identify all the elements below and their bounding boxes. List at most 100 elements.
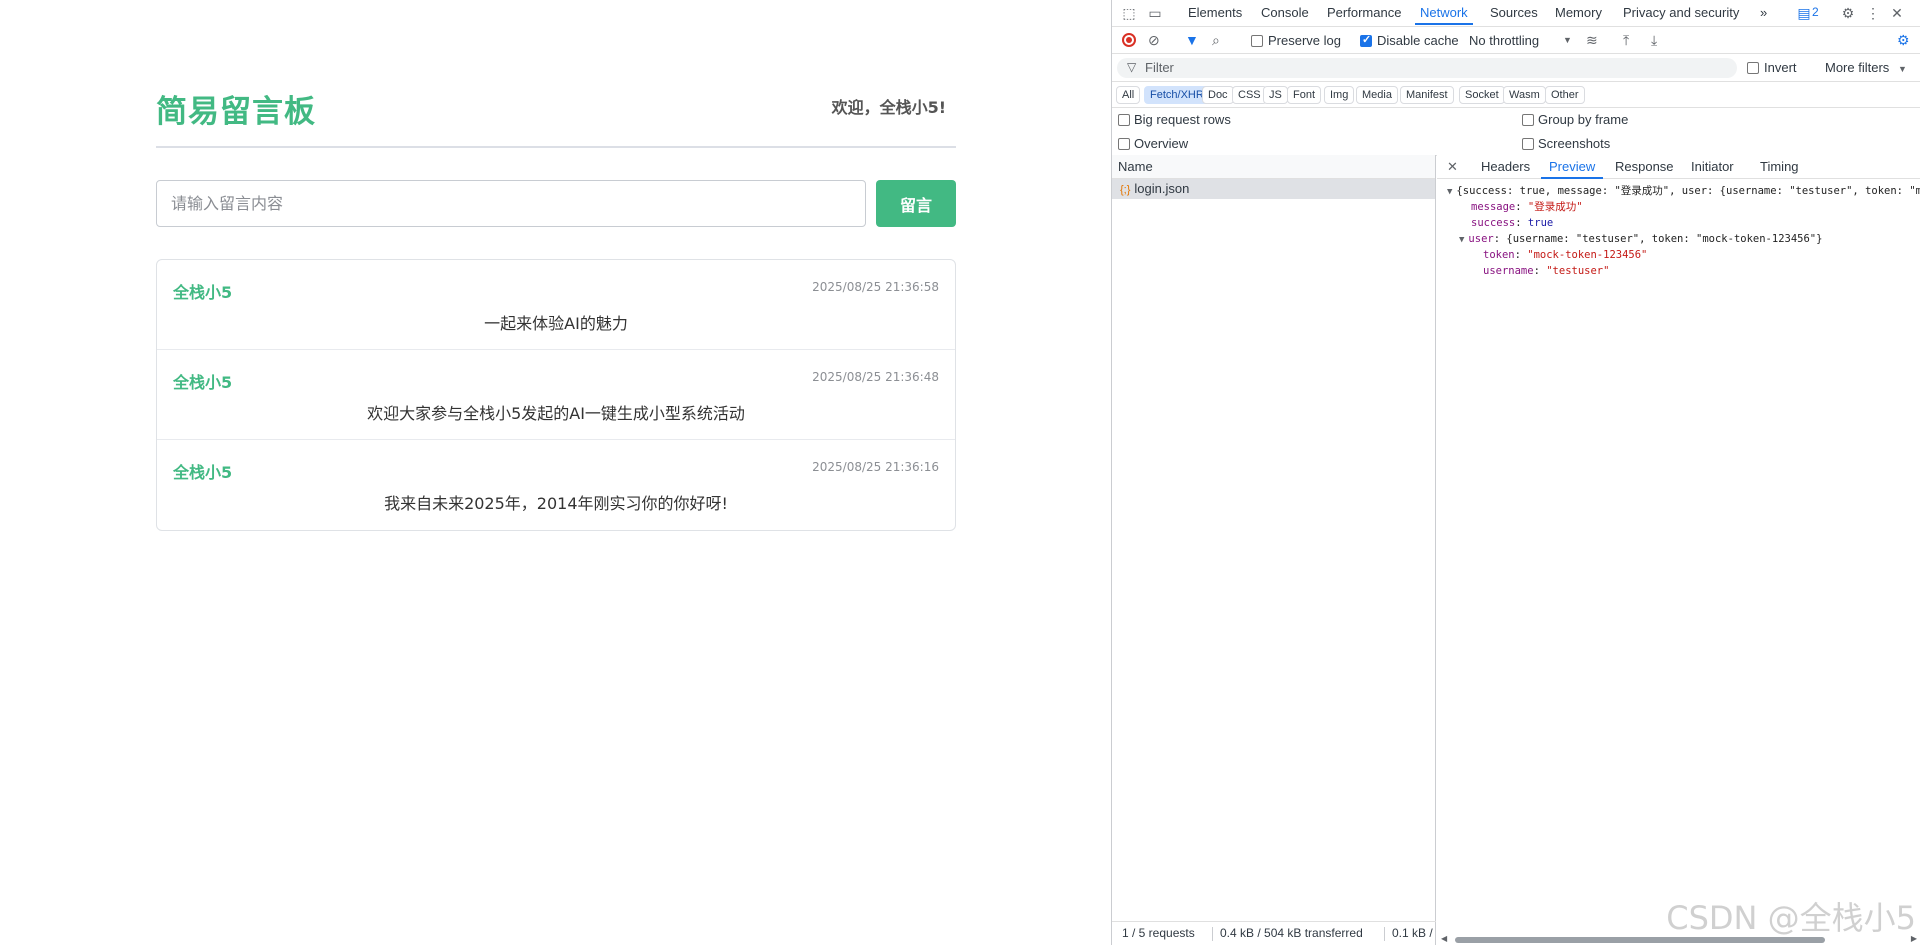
expand-triangle-icon[interactable]: ▼ <box>1447 187 1452 197</box>
json-root-line[interactable]: ▼ {success: true, message: "登录成功", user: … <box>1447 183 1920 200</box>
issues-icon[interactable]: ▤ <box>1795 4 1813 22</box>
filter-input[interactable]: ▽ Filter <box>1117 58 1737 78</box>
json-message-line: message: "登录成功" <box>1471 201 1583 213</box>
type-filter-doc[interactable]: Doc <box>1202 86 1234 104</box>
name-column-header[interactable]: Name <box>1112 155 1435 179</box>
overview-label: Overview <box>1134 136 1189 151</box>
detail-tab-response[interactable]: Response <box>1615 159 1674 174</box>
kebab-menu-icon[interactable]: ⋮ <box>1864 4 1882 22</box>
tab-sources[interactable]: Sources <box>1490 5 1538 20</box>
post-message-button[interactable]: 留言 <box>876 180 956 227</box>
more-tabs-chevron-icon[interactable]: » <box>1760 5 1767 20</box>
json-string-value: "登录成功" <box>1527 201 1583 213</box>
message-content: 欢迎大家参与全栈小5发起的AI一键生成小型系统活动 <box>367 404 745 423</box>
tab-elements[interactable]: Elements <box>1188 5 1242 20</box>
big-request-rows-label: Big request rows <box>1134 112 1231 127</box>
tab-network[interactable]: Network <box>1415 5 1473 25</box>
close-detail-icon[interactable]: ✕ <box>1447 159 1458 175</box>
message-author: 全栈小5 <box>173 373 233 392</box>
json-key: success <box>1471 217 1516 229</box>
tab-privacy-security[interactable]: Privacy and security <box>1623 5 1739 20</box>
type-filter-fetch-xhr[interactable]: Fetch/XHR <box>1144 86 1210 104</box>
network-panes: Name {;} login.json 1 / 5 requests 0.4 kB… <box>1112 155 1920 945</box>
scrollbar-thumb[interactable] <box>1455 937 1825 943</box>
inspect-element-icon[interactable]: ⬚ <box>1120 4 1138 22</box>
status-divider <box>1212 927 1213 941</box>
type-filter-manifest[interactable]: Manifest <box>1400 86 1454 104</box>
detail-tab-headers[interactable]: Headers <box>1481 159 1530 174</box>
request-row[interactable]: {;} login.json <box>1112 179 1435 199</box>
tab-performance[interactable]: Performance <box>1327 5 1401 20</box>
type-filter-css[interactable]: CSS <box>1232 86 1267 104</box>
message-author: 全栈小5 <box>173 463 233 482</box>
screenshots-label: Screenshots <box>1538 136 1611 151</box>
detail-tab-initiator[interactable]: Initiator <box>1691 159 1734 174</box>
funnel-icon: ▽ <box>1127 60 1137 74</box>
json-string-value: "testuser" <box>1546 265 1610 277</box>
type-filter-font[interactable]: Font <box>1287 86 1322 104</box>
resources-size: 0.1 kB / <box>1392 926 1433 940</box>
network-status-bar: 1 / 5 requests 0.4 kB / 504 kB transferr… <box>1112 921 1436 945</box>
group-by-frame-checkbox[interactable] <box>1522 114 1534 126</box>
json-string-value: "mock-token-123456" <box>1527 249 1648 261</box>
export-har-icon[interactable]: ⤓ <box>1651 33 1657 47</box>
screenshots-checkbox[interactable] <box>1522 138 1534 150</box>
message-time: 2025/08/25 21:36:58 <box>812 280 939 294</box>
invert-label: Invert <box>1764 60 1797 75</box>
network-conditions-icon[interactable]: ≋ <box>1586 33 1598 47</box>
close-icon[interactable]: ✕ <box>1888 4 1906 22</box>
json-key: username <box>1483 265 1534 277</box>
message-input[interactable] <box>156 180 866 227</box>
type-filter-js[interactable]: JS <box>1263 86 1288 104</box>
invert-checkbox[interactable] <box>1747 62 1759 74</box>
type-filter-img[interactable]: Img <box>1324 86 1355 104</box>
search-icon[interactable]: ⌕ <box>1212 33 1220 47</box>
filter-funnel-icon[interactable]: ▼ <box>1185 33 1199 47</box>
network-options: Big request rows Group by frame Overview… <box>1112 108 1920 156</box>
network-settings-gear-icon[interactable]: ⚙ <box>1897 33 1910 47</box>
network-toolbar: ⊘ ▼ ⌕ Preserve log Disable cache No thro… <box>1112 27 1920 54</box>
type-filter-other[interactable]: Other <box>1545 86 1585 104</box>
overview-checkbox[interactable] <box>1118 138 1130 150</box>
issues-count-badge[interactable]: 2 <box>1812 5 1819 19</box>
scroll-left-arrow-icon[interactable]: ◀ <box>1441 934 1447 943</box>
message-time: 2025/08/25 21:36:16 <box>812 460 939 474</box>
filter-placeholder: Filter <box>1145 60 1174 75</box>
disable-cache-checkbox[interactable] <box>1360 33 1372 47</box>
expand-triangle-icon[interactable]: ▼ <box>1459 235 1464 245</box>
detail-tab-timing[interactable]: Timing <box>1760 159 1799 174</box>
device-toolbar-icon[interactable]: ▭ <box>1146 4 1164 22</box>
type-filter-media[interactable]: Media <box>1356 86 1398 104</box>
clear-icon[interactable]: ⊘ <box>1148 33 1160 47</box>
type-filter-all[interactable]: All <box>1116 86 1141 104</box>
record-icon[interactable] <box>1122 33 1136 47</box>
json-user-line[interactable]: ▼ user: {username: "testuser", token: "mo… <box>1459 231 1822 248</box>
filter-bar: ▽ Filter Invert More filters ▼ <box>1112 54 1920 82</box>
message-author: 全栈小5 <box>173 283 233 302</box>
chevron-down-icon[interactable]: ▼ <box>1898 62 1907 76</box>
request-detail: ✕ Headers Preview Response Initiator Tim… <box>1437 155 1920 945</box>
import-har-icon[interactable]: ⤒ <box>1623 33 1629 47</box>
board-header: 简易留言板 欢迎，全栈小5! <box>156 80 956 148</box>
horizontal-scrollbar[interactable]: ◀ ▶ <box>1437 933 1920 945</box>
json-root-summary: {success: true, message: "登录成功", user: {… <box>1456 185 1920 197</box>
json-bool-value: true <box>1527 217 1554 229</box>
json-success-line: success: true <box>1471 217 1554 229</box>
tab-memory[interactable]: Memory <box>1555 5 1602 20</box>
tab-console[interactable]: Console <box>1261 5 1309 20</box>
big-request-rows-checkbox[interactable] <box>1118 114 1130 126</box>
message-list: 全栈小5 2025/08/25 21:36:58 一起来体验AI的魅力 全栈小5… <box>156 259 956 531</box>
preserve-log-checkbox[interactable] <box>1251 35 1263 47</box>
json-key: user <box>1468 233 1494 245</box>
gear-icon[interactable]: ⚙ <box>1839 4 1857 22</box>
message-board-app: 简易留言板 欢迎，全栈小5! 留言 全栈小5 2025/08/25 21:36:… <box>0 0 1111 945</box>
json-token-line: token: "mock-token-123456" <box>1483 249 1648 261</box>
chevron-down-icon[interactable]: ▼ <box>1563 33 1572 47</box>
type-filter-socket[interactable]: Socket <box>1459 86 1505 104</box>
scroll-right-arrow-icon[interactable]: ▶ <box>1911 934 1917 943</box>
detail-tab-preview[interactable]: Preview <box>1540 159 1604 179</box>
devtools-panel: ⬚ ▭ Elements Console Performance Network… <box>1111 0 1920 945</box>
throttling-select[interactable]: No throttling <box>1469 33 1539 48</box>
more-filters-dropdown[interactable]: More filters <box>1825 60 1889 75</box>
type-filter-wasm[interactable]: Wasm <box>1503 86 1546 104</box>
